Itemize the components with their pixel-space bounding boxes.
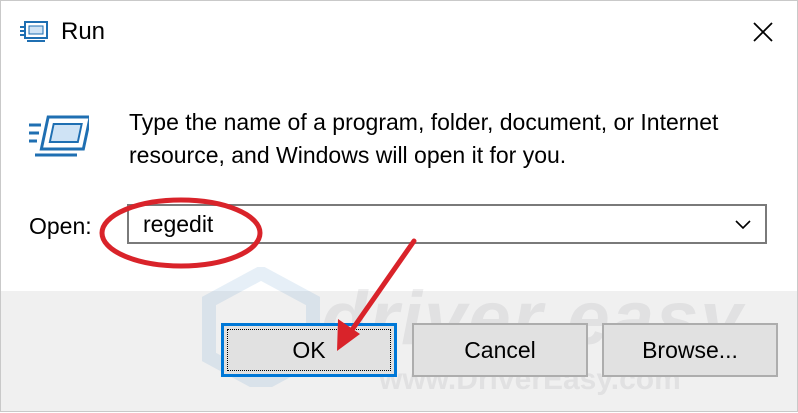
browse-button[interactable]: Browse... xyxy=(602,323,778,377)
title-bar[interactable]: Run xyxy=(1,1,797,63)
close-button[interactable] xyxy=(743,13,783,51)
cancel-button-label: Cancel xyxy=(464,336,536,363)
dropdown-button[interactable] xyxy=(725,208,761,240)
window-title: Run xyxy=(61,18,106,45)
focus-rectangle xyxy=(227,329,391,371)
browse-button-label: Browse... xyxy=(642,336,738,363)
ok-button[interactable]: OK xyxy=(221,323,397,377)
cancel-button[interactable]: Cancel xyxy=(412,323,588,377)
open-combobox[interactable] xyxy=(127,204,767,244)
open-input[interactable] xyxy=(129,206,719,242)
instructions-text: Type the name of a program, folder, docu… xyxy=(129,109,719,168)
open-label: Open: xyxy=(29,213,92,239)
run-icon xyxy=(29,115,89,157)
chevron-down-icon xyxy=(735,220,751,230)
run-icon xyxy=(20,21,48,42)
run-dialog: Run Type the name of a program, folder, … xyxy=(0,0,798,412)
close-icon xyxy=(753,22,773,42)
